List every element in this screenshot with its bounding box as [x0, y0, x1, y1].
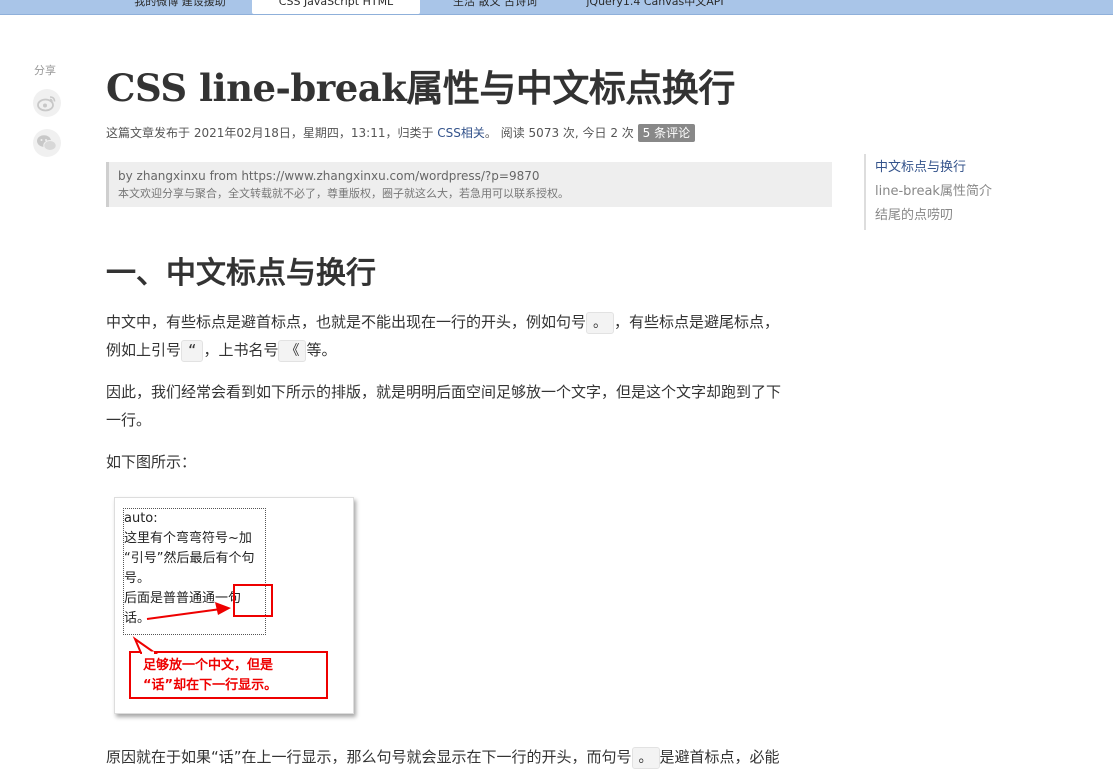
weibo-icon: [37, 96, 56, 112]
paragraph-1: 中文中，有些标点是避首标点，也就是不能出现在一行的开头，例如句号。，有些标点是避…: [106, 308, 838, 364]
p2-line-2: 一行。: [106, 411, 152, 429]
p1-text-c: 例如上引号: [106, 341, 182, 359]
top-nav: 我的微博 建设援助 CSS JavaScript HTML 生活 散文 古诗词 …: [0, 0, 1113, 15]
p2-line-1: 因此，我们经常会看到如下所示的排版，就是明明后面空间足够放一个文字，但是这个文字…: [106, 383, 782, 401]
article-meta: 这篇文章发布于 2021年02月18日，星期四，13:11，归类于 CSS相关。…: [106, 124, 696, 142]
nav-tab-css-js-html[interactable]: CSS JavaScript HTML: [252, 0, 420, 14]
notice-author-line: by zhangxinxu from https://www.zhangxinx…: [118, 169, 540, 183]
category-link[interactable]: CSS相关: [437, 126, 485, 140]
share-label: 分享: [34, 64, 56, 77]
comments-badge[interactable]: 5 条评论: [637, 124, 696, 142]
meta-reads: 。 阅读 5073 次, 今日 2 次: [484, 126, 638, 140]
nav-tab-jquery-canvas[interactable]: jQuery1.4 Canvas中文API: [570, 0, 740, 14]
p4-text-a: 原因就在于如果“话”在上一行显示，那么句号就会显示在下一行的开头，而句号: [106, 748, 632, 766]
paragraph-4: 原因就在于如果“话”在上一行显示，那么句号就会显示在下一行的开头，而句号。是避首…: [106, 743, 838, 771]
wechat-share-button[interactable]: [33, 129, 61, 157]
example-figure: auto: 这里有个弯弯符号~加 “引号”然后最后有个句 号。 后面是普普通通一…: [114, 497, 354, 714]
copyright-notice: by zhangxinxu from https://www.zhangxinx…: [106, 162, 832, 207]
p4-text-b: 是避首标点，必能: [659, 748, 780, 766]
toc-item-punctuation[interactable]: 中文标点与换行: [875, 156, 1075, 180]
weibo-share-button[interactable]: [33, 89, 61, 117]
code-period-2: 。: [631, 747, 660, 769]
paragraph-2: 因此，我们经常会看到如下所示的排版，就是明明后面空间足够放一个文字，但是这个文字…: [106, 378, 838, 434]
p1-text-a: 中文中，有些标点是避首标点，也就是不能出现在一行的开头，例如句号: [106, 313, 587, 331]
callout-pointer: [132, 636, 159, 655]
toc-item-line-break[interactable]: line-break属性简介: [875, 180, 1075, 204]
p1-text-e: 等。: [306, 341, 337, 359]
toc-item-ending[interactable]: 结尾的点唠叨: [875, 204, 1075, 228]
code-quote: “: [181, 340, 204, 362]
wechat-icon: [37, 135, 57, 151]
table-of-contents: 中文标点与换行 line-break属性简介 结尾的点唠叨: [864, 154, 1075, 230]
meta-prefix: 这篇文章发布于 2021年02月18日，星期四，13:11，归类于: [106, 126, 438, 140]
notice-license-line: 本文欢迎分享与聚合，全文转载就不必了，尊重版权，圈子就这么大，若急用可以联系授权…: [118, 187, 569, 200]
nav-tab-life[interactable]: 生活 散文 古诗词: [430, 0, 560, 14]
page-title: CSS line-break属性与中文标点换行: [106, 66, 735, 110]
p1-text-d: ，上书名号: [203, 341, 279, 359]
p1-text-b: ，有些标点是避尾标点，: [614, 313, 780, 331]
section-heading: 一、中文标点与换行: [106, 256, 376, 291]
code-period: 。: [586, 312, 615, 334]
nav-tab-weibo[interactable]: 我的微博 建设援助: [110, 0, 250, 14]
code-book-mark: 《: [278, 340, 307, 362]
paragraph-3: 如下图所示：: [106, 453, 197, 471]
